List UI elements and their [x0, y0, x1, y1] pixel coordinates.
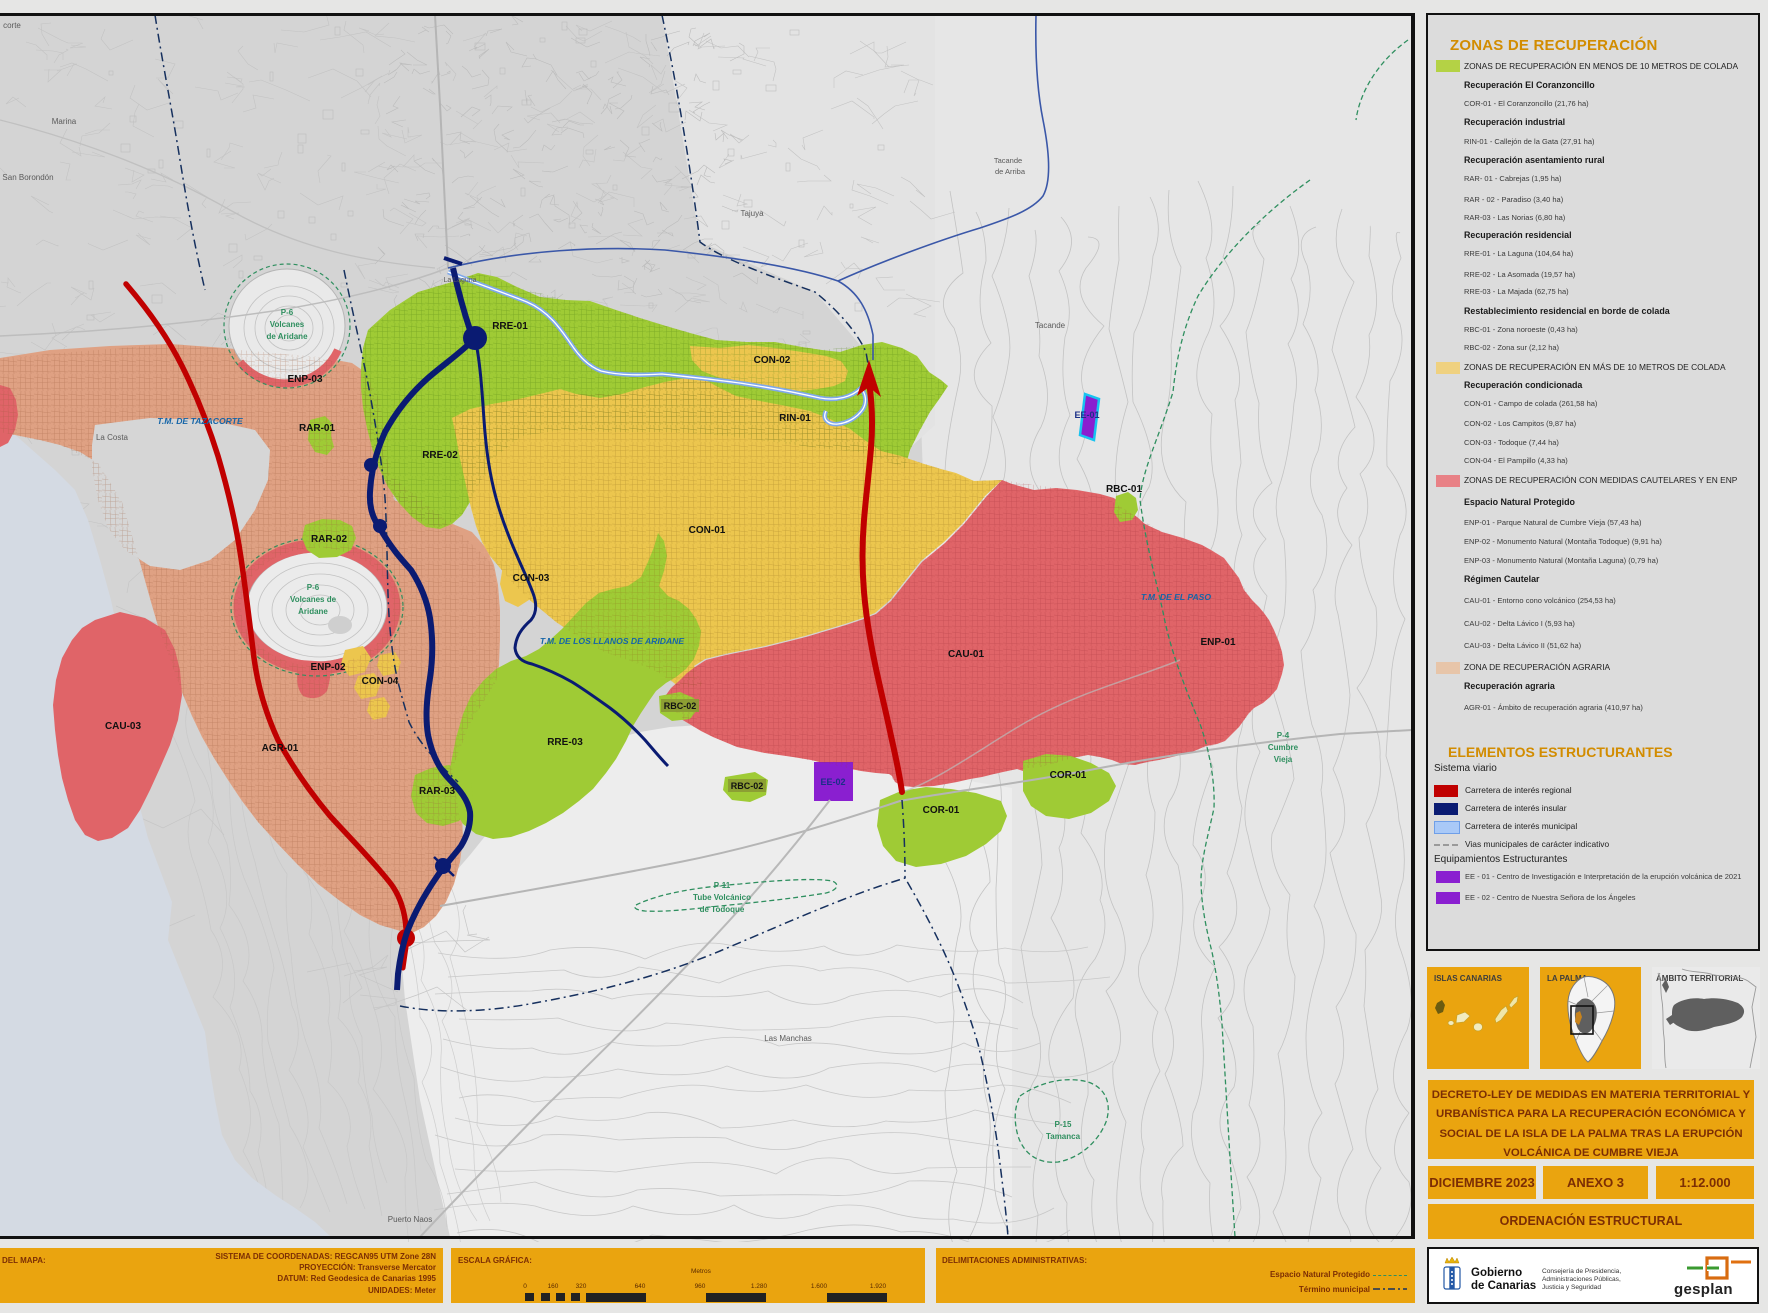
svg-text:1.920: 1.920	[870, 1283, 887, 1290]
svg-text:corte: corte	[3, 21, 21, 30]
svg-text:Tajuya: Tajuya	[740, 209, 764, 218]
svg-text:160: 160	[548, 1283, 559, 1290]
svg-text:960: 960	[695, 1283, 706, 1290]
svg-text:EE-02: EE-02	[820, 777, 845, 787]
svg-text:COR-01: COR-01	[923, 805, 960, 816]
svg-text:T.M. DE EL PASO: T.M. DE EL PASO	[1141, 592, 1212, 602]
svg-text:La Costa: La Costa	[96, 433, 129, 442]
svg-text:CAU-03: CAU-03	[105, 721, 142, 732]
svg-text:Puerto Naos: Puerto Naos	[388, 1215, 432, 1224]
svg-text:RAR-01: RAR-01	[299, 423, 336, 434]
svg-text:Tacande: Tacande	[994, 156, 1022, 165]
svg-text:La Laguna: La Laguna	[443, 277, 476, 284]
svg-text:CAU-01: CAU-01	[948, 649, 985, 660]
svg-text:ENP-02: ENP-02	[310, 662, 345, 673]
svg-text:CON-01: CON-01	[689, 525, 726, 536]
svg-text:de Arriba: de Arriba	[995, 167, 1026, 176]
svg-text:RBC-02: RBC-02	[664, 701, 697, 711]
svg-text:RRE-02: RRE-02	[422, 450, 458, 461]
svg-text:CON-02: CON-02	[754, 355, 791, 366]
svg-text:Cumbre: Cumbre	[1268, 743, 1299, 752]
svg-text:Aridane: Aridane	[298, 607, 328, 616]
svg-text:RBC-01: RBC-01	[1106, 484, 1143, 495]
svg-text:P-6: P-6	[281, 308, 294, 317]
svg-text:RAR-03: RAR-03	[419, 786, 456, 797]
svg-text:ENP-01: ENP-01	[1200, 637, 1235, 648]
svg-text:COR-01: COR-01	[1050, 770, 1087, 781]
svg-text:San Borondón: San Borondón	[2, 173, 53, 182]
svg-text:CON-03: CON-03	[513, 573, 550, 584]
svg-text:640: 640	[635, 1283, 646, 1290]
svg-text:P-15: P-15	[1055, 1120, 1072, 1129]
svg-text:1.280: 1.280	[751, 1283, 768, 1290]
svg-text:P-6: P-6	[307, 583, 320, 592]
svg-text:Tacande: Tacande	[1035, 321, 1066, 330]
svg-text:1.600: 1.600	[811, 1283, 828, 1290]
svg-text:de Todoque: de Todoque	[700, 905, 745, 914]
svg-text:Marina: Marina	[52, 117, 77, 126]
svg-text:Vieja: Vieja	[1274, 755, 1293, 764]
svg-text:Las Manchas: Las Manchas	[764, 1034, 812, 1043]
svg-text:RAR-02: RAR-02	[311, 534, 348, 545]
svg-text:RRE-03: RRE-03	[547, 737, 583, 748]
svg-text:Tamanca: Tamanca	[1046, 1132, 1081, 1141]
svg-text:T.M. DE TAZACORTE: T.M. DE TAZACORTE	[157, 416, 243, 426]
svg-text:CON-04: CON-04	[362, 676, 399, 687]
svg-text:RBC-02: RBC-02	[731, 781, 764, 791]
svg-text:ENP-03: ENP-03	[287, 374, 322, 385]
svg-text:RIN-01: RIN-01	[779, 413, 811, 424]
svg-text:Tube Volcánico: Tube Volcánico	[693, 893, 751, 902]
svg-text:0: 0	[523, 1283, 527, 1290]
svg-text:T.M. DE LOS LLANOS DE ARIDANE: T.M. DE LOS LLANOS DE ARIDANE	[540, 636, 684, 646]
svg-text:AGR-01: AGR-01	[262, 743, 299, 754]
svg-text:de Aridane: de Aridane	[266, 332, 308, 341]
svg-text:P-4: P-4	[1277, 731, 1290, 740]
svg-text:RRE-01: RRE-01	[492, 321, 528, 332]
svg-text:EE-01: EE-01	[1074, 410, 1099, 420]
svg-text:320: 320	[576, 1283, 587, 1290]
svg-text:Volcanes: Volcanes	[270, 320, 305, 329]
svg-text:Volcanes de: Volcanes de	[290, 595, 337, 604]
svg-text:P-11: P-11	[714, 881, 731, 890]
